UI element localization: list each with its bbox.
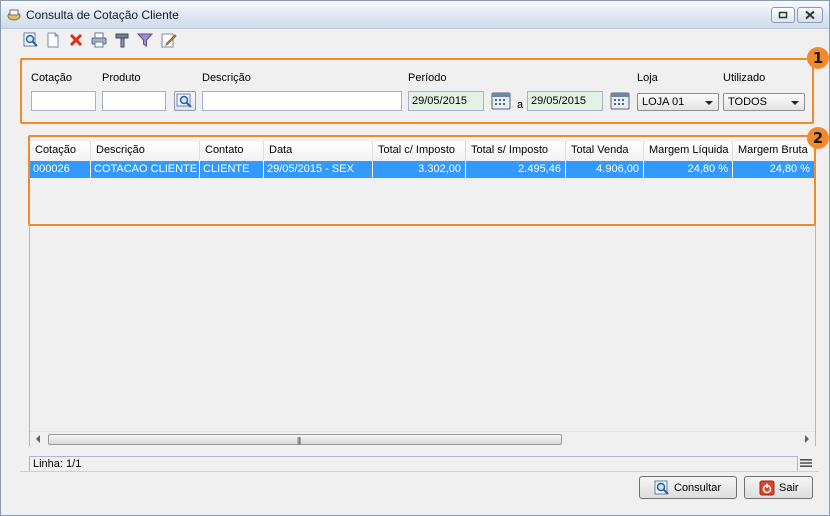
- filter-icon[interactable]: [137, 32, 153, 48]
- utilizado-select[interactable]: TODOS: [723, 93, 805, 111]
- close-button[interactable]: [797, 7, 823, 23]
- table-row[interactable]: 000026 COTACAO CLIENTE CLIENTE 29/05/201…: [30, 161, 815, 178]
- cell-total-s-imposto: 2.495,46: [466, 161, 566, 178]
- callout-badge-2: 2: [807, 127, 829, 149]
- results-grid: Cotação Descrição Contato Data Total c/ …: [29, 136, 816, 446]
- column-header[interactable]: Contato: [200, 141, 264, 160]
- descricao-input[interactable]: [202, 91, 402, 111]
- title-bar: Consulta de Cotação Cliente: [1, 1, 829, 29]
- column-header[interactable]: Total Venda: [566, 141, 644, 160]
- column-header[interactable]: Margem Bruta: [733, 141, 815, 160]
- app-icon: [7, 9, 21, 21]
- periodo-from-field[interactable]: 29/05/2015: [408, 91, 484, 111]
- loja-select[interactable]: LOJA 01: [637, 93, 719, 111]
- column-header[interactable]: Descrição: [91, 141, 200, 160]
- consultar-button[interactable]: Consultar: [639, 476, 737, 499]
- menu-icon[interactable]: [800, 457, 812, 469]
- sair-label: Sair: [779, 482, 799, 494]
- cell-total-venda: 4.906,00: [566, 161, 644, 178]
- produto-input[interactable]: [102, 91, 166, 111]
- search-icon: [176, 93, 192, 108]
- column-header[interactable]: Margem Líquida: [644, 141, 733, 160]
- calendar-icon[interactable]: [609, 91, 631, 111]
- filter-panel: Cotação Produto Descrição Período 29/05/…: [20, 58, 814, 124]
- cell-margem-bruta: 24,80 %: [733, 161, 815, 178]
- loja-value: LOJA 01: [642, 96, 685, 108]
- scroll-right-icon[interactable]: [805, 435, 809, 443]
- cell-descricao: COTACAO CLIENTE: [91, 161, 200, 178]
- scroll-left-icon[interactable]: [36, 435, 40, 443]
- cell-data: 29/05/2015 - SEX: [264, 161, 373, 178]
- app-window: Consulta de Cotação Cliente Cotação Prod…: [0, 0, 830, 516]
- chevron-down-icon: [705, 101, 713, 105]
- new-doc-icon[interactable]: [45, 32, 61, 48]
- edit-icon[interactable]: [161, 32, 177, 48]
- power-icon: [759, 480, 775, 496]
- utilizado-value: TODOS: [728, 96, 767, 108]
- sair-button[interactable]: Sair: [744, 476, 813, 499]
- produto-label: Produto: [102, 72, 141, 84]
- column-header[interactable]: Total s/ Imposto: [466, 141, 566, 160]
- column-header[interactable]: Cotação: [30, 141, 91, 160]
- window-title: Consulta de Cotação Cliente: [26, 8, 179, 22]
- consultar-label: Consultar: [674, 482, 722, 494]
- cotacao-input[interactable]: [31, 91, 96, 111]
- periodo-label: Período: [408, 72, 447, 84]
- loja-label: Loja: [637, 72, 658, 84]
- column-header[interactable]: Total c/ Imposto: [373, 141, 466, 160]
- cell-total-c-imposto: 3.302,00: [373, 161, 466, 178]
- utilizado-label: Utilizado: [723, 72, 766, 84]
- chevron-down-icon: [791, 101, 799, 105]
- cotacao-label: Cotação: [31, 72, 72, 84]
- print-icon[interactable]: [91, 32, 107, 48]
- grid-header: Cotação Descrição Contato Data Total c/ …: [30, 141, 815, 160]
- cell-margem-liquida: 24,80 %: [644, 161, 733, 178]
- periodo-to-field[interactable]: 29/05/2015: [527, 91, 603, 111]
- descricao-label: Descrição: [202, 72, 251, 84]
- restore-button[interactable]: [771, 7, 795, 23]
- delete-icon[interactable]: [68, 32, 84, 48]
- grip-icon: |||: [297, 436, 301, 445]
- row-count-text: Linha: 1/1: [33, 458, 82, 470]
- tools-icon[interactable]: [114, 32, 130, 48]
- restore-icon: [778, 11, 788, 19]
- cell-contato: CLIENTE: [200, 161, 264, 178]
- search-icon: [654, 480, 669, 495]
- calendar-icon[interactable]: [490, 91, 512, 111]
- column-header[interactable]: Data: [264, 141, 373, 160]
- close-icon: [805, 10, 815, 20]
- horizontal-scrollbar[interactable]: |||: [30, 431, 815, 446]
- produto-search-button[interactable]: [174, 91, 196, 111]
- search-doc-icon[interactable]: [23, 32, 39, 48]
- cell-cotacao: 000026: [30, 161, 91, 178]
- periodo-separator: a: [517, 99, 524, 111]
- scroll-thumb[interactable]: |||: [48, 434, 562, 445]
- status-bar: Linha: 1/1: [29, 456, 798, 472]
- callout-badge-1: 1: [807, 47, 829, 69]
